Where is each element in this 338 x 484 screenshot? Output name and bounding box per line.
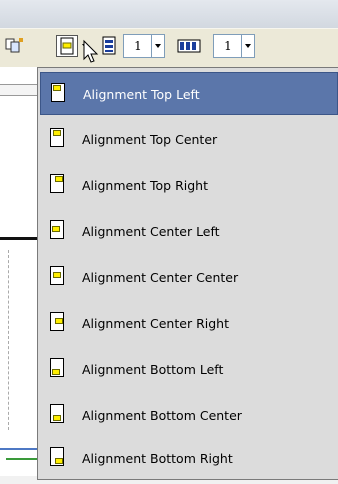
ruler xyxy=(0,84,37,96)
selection-line xyxy=(0,448,37,450)
menu-item-alignment-center-right[interactable]: Alignment Center Right xyxy=(40,302,338,345)
menu-item-label: Alignment Center Right xyxy=(82,316,229,331)
menu-item-label: Alignment Bottom Right xyxy=(82,451,233,466)
alignment-center-right-icon xyxy=(50,312,64,331)
alignment-top-right-icon xyxy=(50,174,64,193)
menu-item-label: Alignment Bottom Center xyxy=(82,408,242,423)
column-count-dropdown-arrow[interactable] xyxy=(241,35,254,57)
menu-item-alignment-bottom-center[interactable]: Alignment Bottom Center xyxy=(40,394,338,437)
guide-line xyxy=(8,250,10,430)
menu-item-label: Alignment Top Center xyxy=(82,132,218,147)
columns-icon[interactable] xyxy=(176,35,202,57)
copy-format-icon-svg xyxy=(5,38,23,53)
window-title-bar xyxy=(0,0,338,28)
document-border-line xyxy=(0,237,37,240)
menu-item-alignment-top-left[interactable]: Alignment Top Left xyxy=(40,72,338,115)
page-layout-icon[interactable] xyxy=(98,35,120,57)
column-count-combo[interactable]: 1 xyxy=(213,34,255,58)
alignment-center-center-icon xyxy=(50,266,64,285)
copy-format-icon[interactable] xyxy=(3,35,25,57)
column-count-value[interactable]: 1 xyxy=(214,35,242,57)
green-guide-line xyxy=(6,458,37,460)
row-count-dropdown-arrow[interactable] xyxy=(151,35,164,57)
alignment-center-left-icon xyxy=(50,220,64,239)
menu-item-label: Alignment Top Right xyxy=(82,178,209,193)
menu-item-label: Alignment Center Left xyxy=(82,224,220,239)
alignment-top-left-icon xyxy=(51,83,65,102)
menu-item-label: Alignment Bottom Left xyxy=(82,362,224,377)
alignment-top-center-icon xyxy=(50,128,64,147)
page-layout-icon-svg xyxy=(102,36,116,55)
menu-item-alignment-bottom-left[interactable]: Alignment Bottom Left xyxy=(40,348,338,391)
alignment-button[interactable] xyxy=(56,35,78,57)
row-count-value[interactable]: 1 xyxy=(124,35,152,57)
row-count-combo[interactable]: 1 xyxy=(123,34,165,58)
alignment-bottom-right-icon xyxy=(50,447,64,466)
alignment-center-center-icon xyxy=(60,37,74,55)
columns-icon-svg xyxy=(177,39,201,53)
menu-item-alignment-bottom-right[interactable]: Alignment Bottom Right xyxy=(40,437,338,480)
menu-item-label: Alignment Center Center xyxy=(82,270,239,285)
menu-item-label: Alignment Top Left xyxy=(83,87,200,102)
menu-item-alignment-top-center[interactable]: Alignment Top Center xyxy=(40,118,338,161)
document-background xyxy=(0,67,37,484)
toolbar: 1 1 xyxy=(0,28,338,68)
alignment-bottom-left-icon xyxy=(50,358,64,377)
alignment-bottom-center-icon xyxy=(50,404,64,423)
menu-item-alignment-center-center[interactable]: Alignment Center Center xyxy=(40,256,338,299)
menu-item-alignment-center-left[interactable]: Alignment Center Left xyxy=(40,210,338,253)
menu-item-alignment-top-right[interactable]: Alignment Top Right xyxy=(40,164,338,207)
alignment-dropdown-menu: Alignment Top Left Alignment Top Center … xyxy=(37,67,338,480)
